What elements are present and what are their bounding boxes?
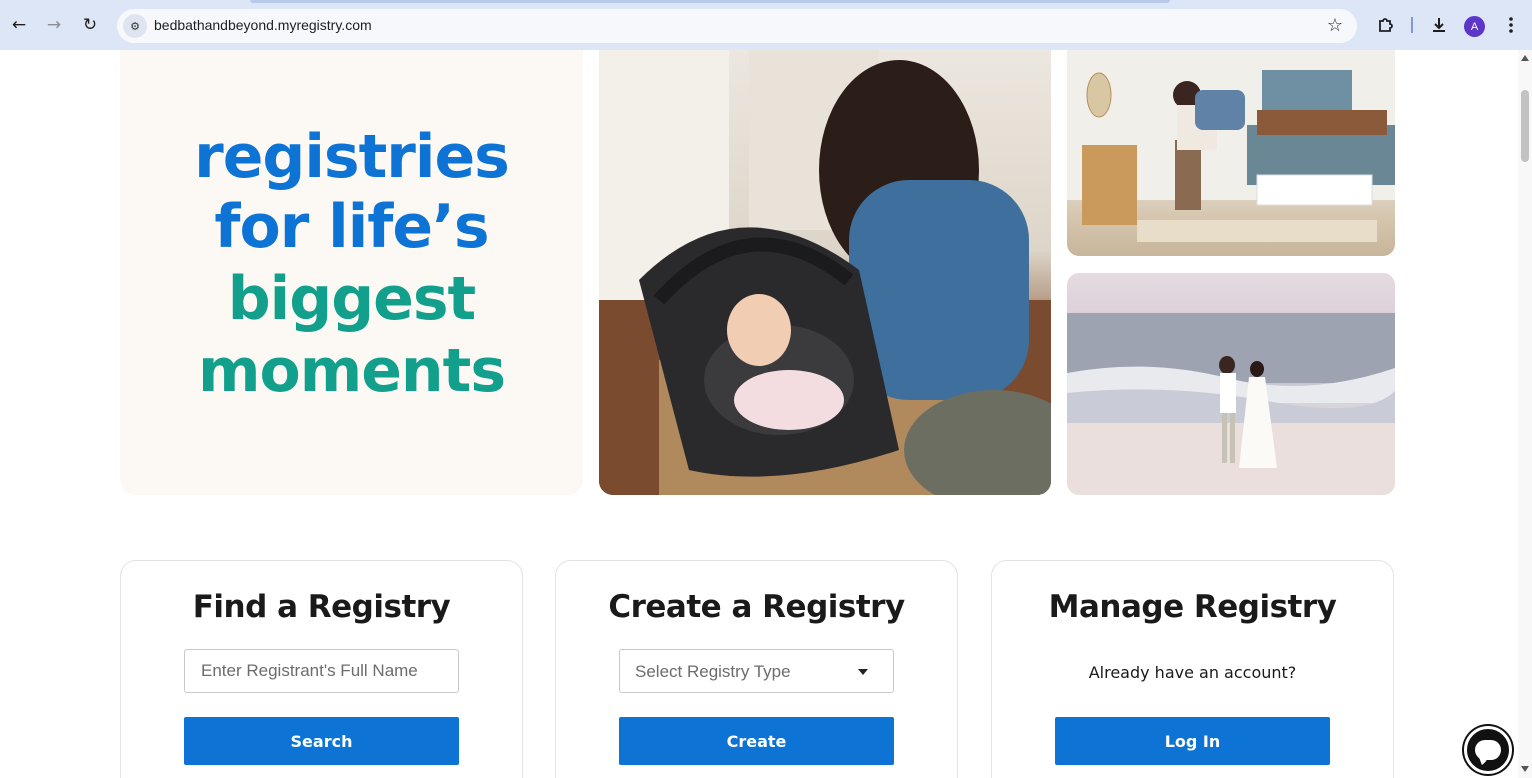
registrant-name-input[interactable] <box>185 650 458 692</box>
find-registry-title: Find a Registry <box>192 589 451 625</box>
hero-photo-baby-car-seat <box>599 50 1051 495</box>
hero-headline-line-4: moments <box>197 336 506 406</box>
profile-avatar[interactable]: A <box>1464 16 1485 37</box>
address-bar[interactable]: ⚙ bedbathandbeyond.myregistry.com ☆ <box>117 9 1357 43</box>
scroll-down-arrow-icon[interactable] <box>1521 766 1529 772</box>
kebab-menu-icon[interactable] <box>1499 13 1523 37</box>
chat-bubble-icon[interactable] <box>1464 726 1512 774</box>
active-tab-indicator <box>250 0 1170 3</box>
search-button[interactable]: Search <box>184 717 459 765</box>
hero-headline-line-1: registries <box>194 122 510 192</box>
scroll-up-arrow-icon[interactable] <box>1521 55 1529 61</box>
page-content: registries for life’s biggest moments Fi… <box>0 50 1518 778</box>
chevron-down-icon <box>858 669 868 675</box>
create-registry-card: Create a Registry Select Registry Type C… <box>555 560 958 778</box>
download-icon[interactable] <box>1427 13 1451 37</box>
hero-headline-line-3: biggest <box>227 264 477 334</box>
back-arrow-icon[interactable]: ← <box>6 12 32 38</box>
hero-text-panel: registries for life’s biggest moments <box>120 50 583 495</box>
site-info-icon[interactable]: ⚙ <box>123 14 147 38</box>
manage-registry-card: Manage Registry Already have an account?… <box>991 560 1394 778</box>
browser-toolbar: ← → ↻ ⚙ bedbathandbeyond.myregistry.com … <box>0 0 1532 50</box>
hero-headline-line-2: for life’s <box>214 192 489 262</box>
hero-photo-bedroom <box>1067 50 1395 256</box>
scroll-thumb[interactable] <box>1521 90 1529 162</box>
registry-type-select[interactable]: Select Registry Type <box>619 649 894 693</box>
create-registry-title: Create a Registry <box>608 589 905 625</box>
create-button[interactable]: Create <box>619 717 894 765</box>
login-button[interactable]: Log In <box>1055 717 1330 765</box>
toolbar-divider <box>1411 17 1413 33</box>
reload-icon[interactable]: ↻ <box>77 12 103 38</box>
forward-arrow-icon[interactable]: → <box>41 12 67 38</box>
puzzle-icon[interactable] <box>1374 13 1398 37</box>
find-registry-card: Find a Registry Search <box>120 560 523 778</box>
star-icon[interactable]: ☆ <box>1327 15 1343 36</box>
hero-photo-beach-couple <box>1067 273 1395 495</box>
have-account-text: Already have an account? <box>1088 663 1297 682</box>
registry-type-select-value: Select Registry Type <box>635 662 791 681</box>
url-text[interactable]: bedbathandbeyond.myregistry.com <box>154 17 372 33</box>
page-scrollbar[interactable] <box>1518 50 1532 778</box>
registrant-name-field[interactable] <box>184 649 459 693</box>
manage-registry-title: Manage Registry <box>1048 589 1337 625</box>
